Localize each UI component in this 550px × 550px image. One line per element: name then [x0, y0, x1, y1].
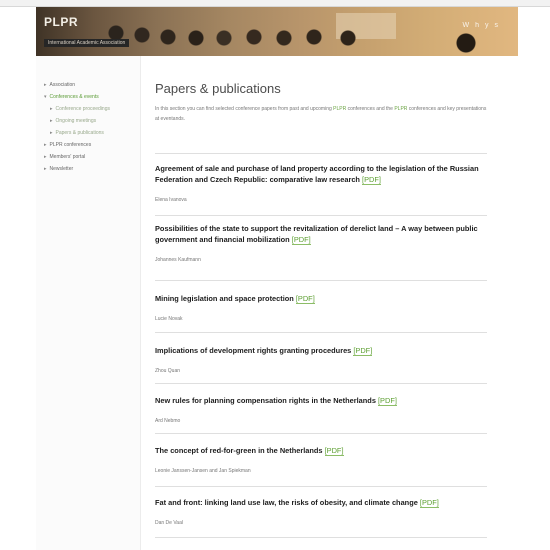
top-nav-item[interactable]: s: [495, 22, 499, 29]
divider: [155, 215, 487, 216]
publication-author: Lucie Novak: [155, 316, 183, 322]
top-nav-item[interactable]: W: [462, 22, 469, 29]
chevron-right-icon: ▸: [44, 166, 47, 172]
sidebar-item-label: Ongoing meetings: [55, 118, 97, 124]
sidebar-item-plpr-conferences[interactable]: ▸ PLPR conferences: [44, 139, 110, 151]
publication-author: Dan De Vaal: [155, 520, 183, 526]
divider: [155, 537, 487, 538]
publication-title-text: The concept of red-for-green in the Neth…: [155, 446, 323, 455]
sidebar-menu: ▸ Association ▾ Conferences & events ▸ Conf…: [38, 79, 124, 175]
publication-item: Mining legislation and space protection …: [155, 293, 487, 322]
publication-author: Ard Nebmo: [155, 418, 181, 424]
chevron-right-icon: ▸: [50, 106, 53, 112]
top-nav-item[interactable]: y: [485, 22, 489, 29]
publication-item: Implications of development rights grant…: [155, 345, 487, 374]
page-title: Papers & publications: [155, 80, 281, 96]
chevron-right-icon: ▸: [44, 154, 47, 160]
publication-title: Implications of development rights grant…: [155, 345, 487, 356]
site-tagline: International Academic Association: [44, 39, 130, 47]
intro-text: In this section you can find selected co…: [155, 104, 487, 124]
pdf-link[interactable]: [PDF]: [362, 175, 381, 185]
chevron-right-icon: ▸: [44, 82, 47, 88]
banner-audience-photo: [36, 7, 518, 56]
sidebar-item-label: Newsletter: [49, 166, 74, 172]
publication-author: Elena Ivanova: [155, 197, 187, 203]
chevron-right-icon: ▸: [50, 130, 53, 136]
chevron-right-icon: ▸: [50, 118, 53, 124]
publication-item: New rules for planning compensation righ…: [155, 395, 487, 424]
intro-link[interactable]: PLPR: [394, 106, 407, 112]
publication-author: Zhou Quan: [155, 368, 181, 374]
publication-item: Possibilities of the state to support th…: [155, 223, 487, 263]
header-banner: [36, 7, 518, 56]
sidebar-item-label: Conference proceedings: [55, 106, 110, 112]
divider: [155, 383, 487, 384]
publication-author: Leonie Janssen-Jansen and Jan Spiekman: [155, 468, 251, 474]
publication-title-text: Possibilities of the state to support th…: [155, 224, 478, 244]
publication-title-text: Fat and front: linking land use law, the…: [155, 498, 418, 507]
publication-item: The concept of red-for-green in the Neth…: [155, 445, 487, 474]
publication-item: Agreement of sale and purchase of land p…: [155, 163, 487, 203]
sidebar-item-association[interactable]: ▸ Association: [44, 79, 110, 91]
intro-part: conferences and the: [346, 106, 395, 112]
top-nav-item[interactable]: h: [475, 22, 479, 29]
chevron-down-icon: ▾: [44, 94, 47, 100]
divider: [155, 486, 487, 487]
pdf-link[interactable]: [PDF]: [378, 396, 397, 406]
chevron-right-icon: ▸: [44, 142, 47, 148]
pdf-link[interactable]: [PDF]: [419, 498, 439, 508]
divider: [155, 153, 487, 154]
sidebar-item-label: Members' portal: [49, 154, 86, 160]
sidebar-subitem-proceedings[interactable]: ▸ Conference proceedings: [44, 103, 110, 115]
publication-title: Mining legislation and space protection …: [155, 293, 487, 304]
pdf-link[interactable]: [PDF]: [324, 446, 344, 456]
publication-title: Possibilities of the state to support th…: [155, 223, 487, 245]
publication-title-text: Implications of development rights grant…: [155, 346, 352, 355]
pdf-link[interactable]: [PDF]: [295, 294, 315, 304]
browser-top-edge: [0, 0, 550, 7]
publication-title: Fat and front: linking land use law, the…: [155, 497, 487, 508]
intro-link[interactable]: PLPR: [333, 106, 346, 112]
pdf-link[interactable]: [PDF]: [291, 235, 311, 245]
sidebar-subitem-meetings[interactable]: ▸ Ongoing meetings: [44, 115, 110, 127]
publication-item: Fat and front: linking land use law, the…: [155, 497, 487, 526]
publication-title-text: Mining legislation and space protection: [155, 294, 294, 303]
sidebar-item-label: Papers & publications: [55, 130, 104, 136]
divider: [155, 433, 487, 434]
top-navigation: W h y s: [462, 22, 498, 29]
sidebar-item-label: Association: [49, 82, 76, 88]
sidebar-subitem-papers[interactable]: ▸ Papers & publications: [44, 127, 110, 139]
site-logo[interactable]: PLPR: [44, 15, 78, 29]
intro-part: In this section you can find selected co…: [155, 106, 334, 112]
sidebar-item-conferences[interactable]: ▾ Conferences & events: [38, 91, 124, 103]
publication-title: The concept of red-for-green in the Neth…: [155, 445, 487, 456]
sidebar-item-newsletter[interactable]: ▸ Newsletter: [44, 163, 110, 175]
publication-title: Agreement of sale and purchase of land p…: [155, 163, 487, 185]
pdf-link[interactable]: [PDF]: [353, 346, 373, 356]
publication-author: Johannes Kaufmann: [155, 257, 201, 263]
browser-viewport: PLPR International Academic Association …: [0, 0, 550, 550]
divider: [155, 332, 487, 333]
divider: [155, 280, 487, 281]
publication-title-text: Agreement of sale and purchase of land p…: [155, 164, 479, 184]
publication-title-text: New rules for planning compensation righ…: [155, 396, 376, 405]
sidebar-item-label: Conferences & events: [49, 94, 99, 100]
sidebar-item-label: PLPR conferences: [49, 142, 92, 148]
publication-title: New rules for planning compensation righ…: [155, 395, 487, 406]
sidebar-item-members[interactable]: ▸ Members' portal: [44, 151, 110, 163]
